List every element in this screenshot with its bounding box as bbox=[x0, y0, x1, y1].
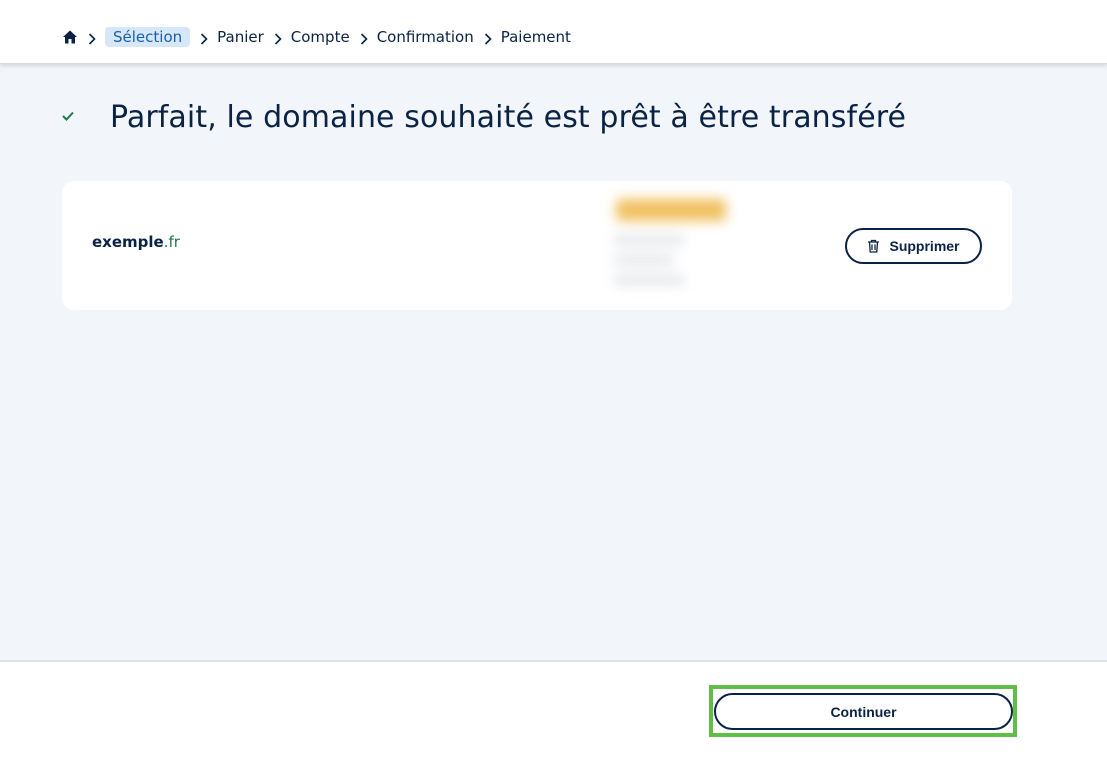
continue-button-label: Continuer bbox=[830, 703, 897, 720]
blurred-price-block bbox=[596, 191, 774, 303]
breadcrumb-item-selection[interactable]: Sélection bbox=[105, 27, 191, 47]
chevron-right-icon bbox=[200, 31, 208, 45]
home-icon[interactable] bbox=[62, 29, 78, 45]
delete-button[interactable]: Supprimer bbox=[845, 228, 982, 264]
breadcrumb-item-paiement[interactable]: Paiement bbox=[501, 27, 571, 47]
page-title: Parfait, le domaine souhaité est prêt à … bbox=[110, 100, 907, 135]
chevron-right-icon bbox=[484, 31, 492, 45]
breadcrumb-item-panier[interactable]: Panier bbox=[217, 27, 264, 47]
domain-label: exemple bbox=[92, 233, 164, 251]
breadcrumb-item-compte[interactable]: Compte bbox=[291, 27, 350, 47]
domain-name: exemple.fr bbox=[92, 233, 180, 251]
breadcrumb: Sélection Panier Compte Confirmation Pai… bbox=[62, 26, 571, 48]
continue-button[interactable]: Continuer bbox=[714, 693, 1013, 730]
chevron-right-icon bbox=[360, 31, 368, 45]
breadcrumb-item-confirmation[interactable]: Confirmation bbox=[377, 27, 474, 47]
trash-icon bbox=[867, 239, 880, 253]
domain-tld: .fr bbox=[163, 233, 180, 251]
domain-card: exemple.fr Supprimer bbox=[62, 181, 1012, 310]
chevron-right-icon bbox=[274, 31, 282, 45]
top-bar: Sélection Panier Compte Confirmation Pai… bbox=[0, 0, 1107, 64]
check-icon bbox=[61, 107, 75, 121]
chevron-right-icon bbox=[88, 31, 96, 45]
delete-button-label: Supprimer bbox=[889, 238, 960, 254]
